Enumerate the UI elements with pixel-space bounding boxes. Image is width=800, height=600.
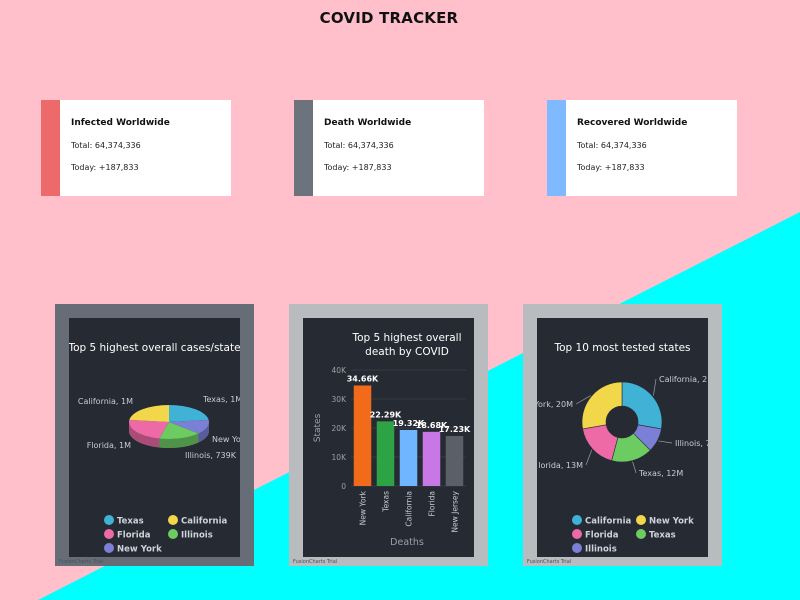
data-label-florida: Florida, 1M (87, 441, 131, 450)
recovered-accent-bar (547, 100, 566, 196)
bar-texas (376, 421, 395, 486)
y-tick-label-3: 30K (332, 395, 348, 404)
legend-label-california: California (585, 517, 631, 527)
death-total: Total: 64,374,336 (324, 141, 394, 150)
infected-title: Infected Worldwide (71, 118, 170, 128)
recovered-total: Total: 64,374,336 (577, 141, 647, 150)
donut-slice-new-york (581, 381, 623, 430)
legend-marker-florida (104, 529, 114, 539)
deaths-chart-frame: Top 5 highest overall death by COVID 0 10K 2… (289, 304, 488, 566)
x-tick-label-new-jersey: New Jersey (451, 490, 460, 532)
death-accent-bar (294, 100, 313, 196)
page-title: COVID TRACKER (319, 9, 459, 27)
legend-label-new-york: New York (117, 545, 162, 555)
death-today: Today: +187,833 (324, 163, 392, 172)
donut-slice-florida (582, 424, 619, 462)
deaths-chart-panel: Top 5 highest overall death by COVID 0 10K 2… (303, 318, 474, 557)
tested-chart-panel: Top 10 most tested states California, 2 Il… (537, 318, 708, 557)
leader-line-illinois (658, 440, 673, 444)
chart-title-line-2: death by COVID (365, 346, 449, 358)
cases-watermark: FusionCharts Trial (59, 559, 104, 565)
data-label-florida: lorida, 13M (538, 461, 583, 470)
x-tick-label-texas: Texas (382, 491, 391, 513)
legend-marker-illinois (168, 529, 178, 539)
legend-marker-texas (104, 515, 114, 525)
legend-marker-california (572, 515, 582, 525)
pie-slice-california (129, 405, 169, 422)
bar-new-jersey (445, 436, 464, 486)
tested-watermark: FusionCharts Trial (527, 559, 572, 565)
deaths-watermark: FusionCharts Trial (293, 559, 338, 565)
value-label-new-york: 34.66K (347, 374, 379, 383)
legend-label-illinois: Illinois (585, 545, 617, 555)
data-label-new-york: New York, 60 (212, 435, 240, 444)
bar-new-york (353, 385, 372, 486)
y-tick-label-2: 20K (332, 424, 348, 433)
deaths-bar-chart: Top 5 highest overall death by COVID 0 10K 2… (313, 332, 471, 548)
chart-title: Top 5 highest overall cases/state (69, 342, 240, 354)
legend-marker-new-york (104, 543, 114, 553)
legend-label-texas: Texas (117, 517, 144, 527)
data-label-california: California, 2 (659, 375, 707, 384)
donut-slice-california (621, 381, 663, 430)
pie-slice-texas (169, 405, 209, 422)
cases-chart-panel: Top 5 highest overall cases/state Texas, … (69, 318, 240, 557)
legend-marker-california (168, 515, 178, 525)
cases-chart-frame: Top 5 highest overall cases/state Texas, … (55, 304, 254, 566)
y-axis-label: States (313, 413, 323, 442)
bar-california (399, 429, 418, 486)
legend-marker-illinois (572, 543, 582, 553)
legend-marker-new-york (636, 515, 646, 525)
legend-label-florida: Florida (117, 531, 151, 541)
legend-label-texas: Texas (649, 531, 676, 541)
infected-accent-bar (41, 100, 60, 196)
legend-marker-texas (636, 529, 646, 539)
data-label-texas: Texas, 12M (638, 469, 683, 478)
chart-title-line-1: Top 5 highest overall (351, 332, 461, 344)
recovered-title: Recovered Worldwide (577, 118, 688, 128)
data-label-new-york: York, 20M (537, 400, 573, 409)
value-label-new-jersey: 17.23K (439, 425, 471, 434)
y-tick-label-4: 40K (332, 366, 348, 375)
recovered-card: Recovered Worldwide Total: 64,374,336 To… (547, 100, 737, 196)
data-label-illinois: Illinois, 739K (185, 451, 237, 460)
death-card: Death Worldwide Total: 64,374,336 Today:… (294, 100, 484, 196)
leader-line-texas (632, 461, 637, 474)
legend-label-california: California (181, 517, 227, 527)
recovered-today: Today: +187,833 (577, 163, 645, 172)
data-label-illinois: Illinois, 7 (675, 439, 708, 448)
data-label-texas: Texas, 1M (202, 395, 240, 404)
x-tick-label-new-york: New York (359, 490, 368, 525)
legend-label-new-york: New York (649, 517, 694, 527)
legend-marker-florida (572, 529, 582, 539)
bar-florida (422, 431, 441, 486)
tested-chart-frame: Top 10 most tested states California, 2 Il… (523, 304, 722, 566)
legend-label-florida: Florida (585, 531, 619, 541)
tested-donut-chart: Top 10 most tested states California, 2 Il… (537, 342, 708, 555)
infected-today: Today: +187,833 (71, 163, 139, 172)
leader-line-florida (585, 449, 593, 466)
x-tick-label-california: California (405, 491, 414, 527)
x-tick-label-florida: Florida (428, 491, 437, 517)
chart-title: Top 10 most tested states (553, 342, 690, 354)
x-axis-label: Deaths (390, 537, 424, 548)
death-title: Death Worldwide (324, 118, 412, 128)
cases-pie-chart: Top 5 highest overall cases/state Texas, … (69, 342, 240, 555)
y-tick-label-0: 0 (341, 482, 346, 491)
infected-total: Total: 64,374,336 (71, 141, 141, 150)
infected-card: Infected Worldwide Total: 64,374,336 Tod… (41, 100, 231, 196)
leader-line-california (653, 378, 657, 396)
y-tick-label-1: 10K (332, 453, 348, 462)
data-label-california: California, 1M (78, 397, 133, 406)
legend-label-illinois: Illinois (181, 531, 213, 541)
